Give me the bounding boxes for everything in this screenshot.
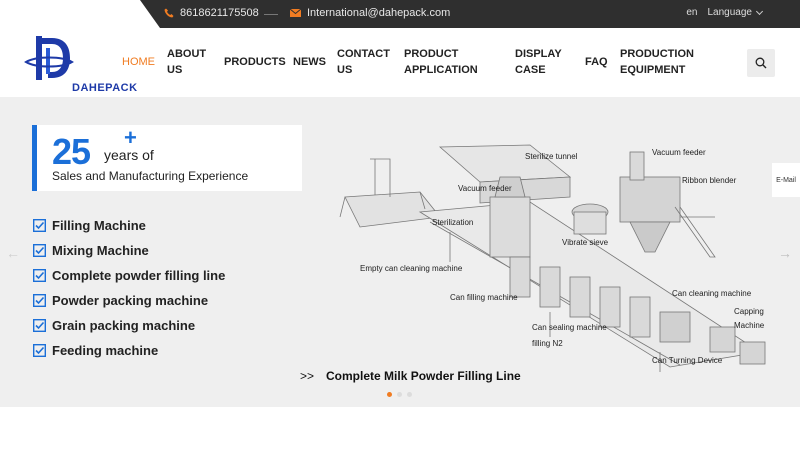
nav-product-application[interactable]: PRODUCT APPLICATION <box>404 46 484 78</box>
feature-label: Filling Machine <box>52 218 146 233</box>
search-button[interactable] <box>747 49 775 77</box>
checkbox-check-icon <box>33 269 46 282</box>
slider-dots <box>387 392 412 397</box>
chevron-down-icon <box>755 7 764 15</box>
label-vacuum-feeder-top: Vacuum feeder <box>652 148 706 157</box>
mail-icon <box>290 9 301 17</box>
phone-number: 8618621175508 <box>180 7 259 19</box>
email-contact[interactable]: International@dahepack.com <box>290 7 450 19</box>
feature-item: Powder packing machine <box>33 293 208 308</box>
feature-label: Complete powder filling line <box>52 268 226 283</box>
years-text: years of <box>104 147 154 163</box>
nav-about-us[interactable]: ABOUT US <box>167 46 211 78</box>
feature-label: Powder packing machine <box>52 293 209 308</box>
language-label: Language <box>707 7 753 18</box>
logo-text: DAHEPACK <box>72 82 138 94</box>
feature-item: Complete powder filling line <box>33 268 225 283</box>
feature-label: Feeding machine <box>52 343 159 358</box>
label-can-sealing: Can sealing machine <box>532 323 607 332</box>
slider-dot-active[interactable] <box>387 392 392 397</box>
label-capping: Capping <box>734 307 764 316</box>
feature-label: Mixing Machine <box>52 243 149 258</box>
feature-item: Grain packing machine <box>33 318 195 333</box>
search-icon <box>755 57 767 69</box>
years-number: 25 <box>52 131 91 172</box>
contact-divider <box>264 14 278 15</box>
banner-caption: >> Complete Milk Powder Filling Line <box>300 369 521 383</box>
label-empty-can-cleaning: Empty can cleaning machine <box>360 264 463 273</box>
nav-contact-us[interactable]: CONTACT US <box>337 46 393 78</box>
page: 8618621175508 International@dahepack.com… <box>0 0 800 450</box>
label-machine: Machine <box>734 321 765 330</box>
caption-arrows: >> <box>300 369 315 383</box>
feature-label: Grain packing machine <box>52 318 196 333</box>
feature-item: Mixing Machine <box>33 243 149 258</box>
checkbox-check-icon <box>33 219 46 232</box>
checkbox-check-icon <box>33 319 46 332</box>
label-sterilization: Sterilization <box>432 218 473 227</box>
phone-contact[interactable]: 8618621175508 <box>164 7 259 19</box>
slider-dot[interactable] <box>397 392 402 397</box>
checkbox-check-icon <box>33 294 46 307</box>
hero-banner: 25 + years of Sales and Manufacturing Ex… <box>0 97 800 407</box>
email-address: International@dahepack.com <box>307 7 451 19</box>
email-side-tab[interactable]: E-Mail <box>772 163 800 197</box>
feature-item: Filling Machine <box>33 218 146 233</box>
language-selector[interactable]: en Language <box>686 7 764 18</box>
nav-products[interactable]: PRODUCTS <box>224 54 286 70</box>
caption-text: Complete Milk Powder Filling Line <box>326 369 521 383</box>
slider-dot[interactable] <box>407 392 412 397</box>
nav-display-case[interactable]: DISPLAY CASE <box>515 46 571 78</box>
badge-accent-bar <box>32 125 37 191</box>
site-header: DAHEPACK HOME ABOUT US PRODUCTS NEWS CON… <box>0 28 800 97</box>
label-can-cleaning: Can cleaning machine <box>672 289 752 298</box>
nav-news[interactable]: NEWS <box>293 54 326 70</box>
nav-faq[interactable]: FAQ <box>585 54 608 70</box>
experience-text: Sales and Manufacturing Experience <box>52 169 249 183</box>
filling-line-illustration: Sterilize tunnel Vacuum feeder Ribbon bl… <box>339 144 766 372</box>
label-sterilize-tunnel: Sterilize tunnel <box>525 152 578 161</box>
label-filling-n2: filling N2 <box>532 339 563 348</box>
nav-home[interactable]: HOME <box>122 54 155 70</box>
label-vibrate-sieve: Vibrate sieve <box>562 238 609 247</box>
language-code: en <box>686 7 698 18</box>
experience-badge: 25 + years of Sales and Manufacturing Ex… <box>32 125 302 191</box>
feature-item: Feeding machine <box>33 343 158 358</box>
top-bar-notch <box>0 0 160 28</box>
label-vacuum-feeder: Vacuum feeder <box>458 184 512 193</box>
logo[interactable]: DAHEPACK <box>22 34 137 94</box>
phone-icon <box>164 8 174 18</box>
nav-production-equipment[interactable]: PRODUCTION EQUIPMENT <box>620 46 710 78</box>
label-ribbon-blender: Ribbon blender <box>682 176 737 185</box>
checkbox-check-icon <box>33 344 46 357</box>
label-can-turning: Can Turning Device <box>652 356 723 365</box>
checkbox-check-icon <box>33 244 46 257</box>
label-can-filling: Can filling machine <box>450 293 518 302</box>
slider-prev-arrow-icon[interactable]: ← <box>6 245 20 261</box>
slider-next-arrow-icon[interactable]: → <box>778 245 792 261</box>
top-bar: 8618621175508 International@dahepack.com… <box>0 0 800 28</box>
